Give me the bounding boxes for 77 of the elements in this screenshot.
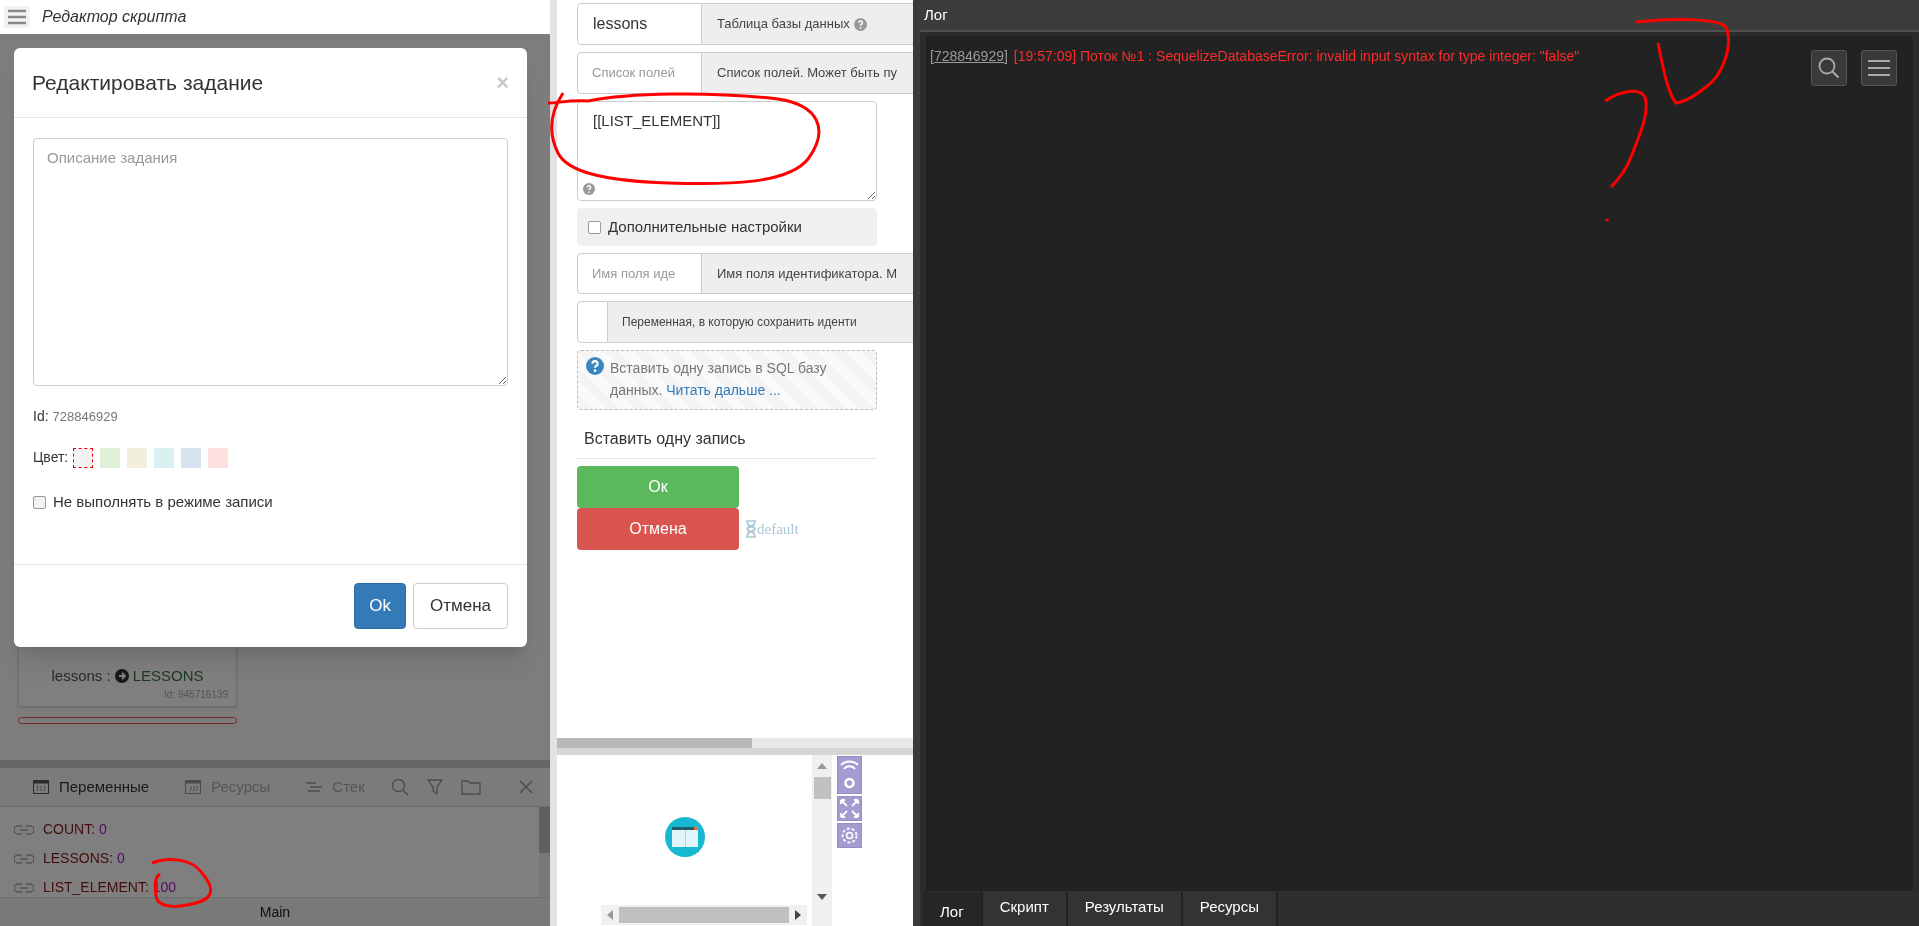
fields-field[interactable]: Список полей	[577, 52, 702, 94]
log-tab[interactable]: Ресурсы	[1182, 892, 1278, 926]
variable-field[interactable]	[577, 301, 608, 343]
log-message: [19:57:09] Поток №1 : SequelizeDatabaseError: invalid input syntax for type integer: "false"	[1013, 47, 1580, 66]
menu-icon	[1867, 58, 1891, 78]
color-swatch[interactable]	[100, 447, 121, 468]
help-icon[interactable]	[583, 183, 595, 195]
search-icon	[1817, 56, 1841, 80]
menu-icon[interactable]	[4, 6, 30, 28]
link-icon	[14, 882, 34, 893]
panel-tab[interactable]: Переменные	[33, 775, 150, 799]
checkbox-label: Дополнительные настройки	[608, 216, 802, 237]
checkbox[interactable]	[588, 220, 601, 234]
menu-button[interactable]	[1861, 50, 1897, 86]
link-icon	[14, 824, 34, 835]
close-icon[interactable]	[518, 780, 533, 794]
search-button[interactable]	[1811, 50, 1847, 86]
color-swatch[interactable]	[127, 447, 148, 468]
help-icon	[586, 357, 604, 375]
scroll-right-icon[interactable]	[795, 910, 801, 920]
fields-addon: Список полей. Может быть пу	[702, 52, 913, 94]
checkbox[interactable]	[33, 495, 46, 509]
help-icon[interactable]	[853, 17, 867, 31]
scrollbar-thumb[interactable]	[813, 777, 831, 799]
horizontal-scrollbar[interactable]	[601, 905, 807, 925]
cancel-button[interactable]: Отмена	[577, 508, 739, 550]
color-swatch[interactable]	[208, 447, 229, 468]
scroll-down-icon[interactable]	[817, 894, 827, 900]
fields-value-field[interactable]: [[LIST_ELEMENT]]	[577, 101, 877, 201]
link-icon	[14, 853, 34, 864]
log-tab[interactable]: Скрипт	[982, 892, 1068, 926]
ok-button[interactable]: Ok	[354, 583, 406, 629]
horizontal-scrollbar[interactable]	[557, 738, 913, 748]
id-field-addon: Имя поля идентификатора. М	[702, 253, 913, 294]
window-icon	[664, 816, 705, 857]
variable-addon: Переменная, в которую сохранить иденти	[608, 301, 913, 343]
hourglass-icon[interactable]	[745, 519, 757, 538]
search-icon[interactable]	[390, 778, 409, 796]
expand-icon[interactable]	[837, 796, 862, 821]
calendar-icon	[33, 780, 49, 794]
folder-icon[interactable]	[460, 779, 481, 795]
editor-title: Редактор скрипта	[42, 7, 187, 27]
color-swatch[interactable]	[73, 447, 94, 468]
log-tab[interactable]: Результаты	[1067, 892, 1183, 926]
script-tab[interactable]: Main	[259, 901, 291, 923]
variable-entry[interactable]: LESSONS: 0	[43, 848, 125, 869]
checkbox-label: Не выполнять в режиме записи	[53, 492, 273, 512]
table-field[interactable]: lessons	[577, 3, 702, 45]
color-label: Цвет:	[33, 448, 69, 467]
lines-icon	[306, 780, 323, 794]
scroll-up-icon[interactable]	[817, 763, 827, 769]
action-title: Вставить одну запись	[584, 428, 746, 449]
ok-button[interactable]: Ок	[577, 466, 739, 508]
modal-title: Редактировать задание	[32, 69, 264, 96]
filter-icon[interactable]	[426, 779, 443, 795]
broadcast-icon[interactable]	[837, 756, 862, 794]
cancel-button[interactable]: Отмена	[413, 583, 508, 629]
id-value: 728846929	[52, 408, 118, 426]
color-swatch[interactable]	[154, 447, 175, 468]
log-tab[interactable]: Лог	[923, 892, 983, 926]
input-label: lessons :	[51, 665, 111, 686]
panel-title: Лог	[924, 4, 948, 25]
settings-icon[interactable]	[837, 823, 862, 848]
scrollbar[interactable]	[539, 807, 550, 897]
read-more-link[interactable]: Читать дальше ...	[666, 382, 781, 398]
variable-entry[interactable]: COUNT: 0	[43, 819, 107, 840]
log-id-link[interactable]: [728846929]	[930, 46, 1008, 67]
arrow-icon	[114, 668, 129, 683]
id-label: Id:	[33, 407, 49, 426]
ruler-icon	[185, 780, 202, 794]
id-field-name-field[interactable]: Имя поля иде	[577, 253, 702, 294]
output-label: LESSONS	[132, 665, 204, 686]
description-field[interactable]: Описание задания	[33, 138, 508, 386]
color-swatch[interactable]	[181, 447, 202, 468]
table-addon: Таблица базы данных	[702, 3, 913, 45]
info-text: Вставить одну запись в SQL базу данных. Читать дальше ...	[610, 359, 828, 400]
scroll-left-icon[interactable]	[607, 910, 613, 920]
